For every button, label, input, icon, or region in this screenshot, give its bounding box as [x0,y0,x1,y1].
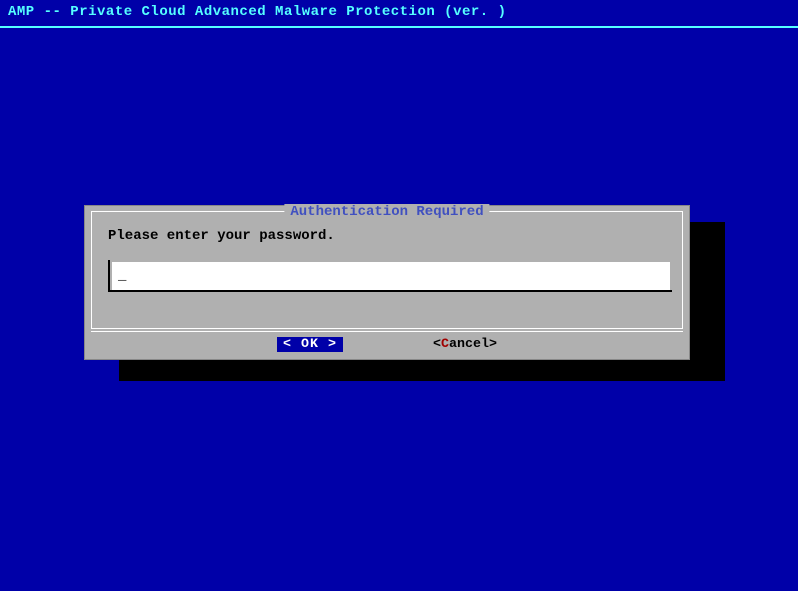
button-divider [91,331,683,332]
dialog-prompt: Please enter your password. [108,228,335,244]
app-header: AMP -- Private Cloud Advanced Malware Pr… [0,0,798,24]
authentication-dialog: Authentication Required Please enter you… [84,205,690,360]
text-cursor: _ [118,268,126,284]
dialog-border: Authentication Required Please enter you… [91,211,683,329]
dialog-buttons: < OK > <Cancel> [85,337,689,352]
app-title: AMP -- Private Cloud Advanced Malware Pr… [8,4,506,20]
dialog-title: Authentication Required [284,204,489,220]
cancel-button[interactable]: <Cancel> [433,337,497,352]
ok-button[interactable]: < OK > [277,337,343,352]
header-divider [0,26,798,28]
password-input[interactable]: _ [112,262,670,290]
